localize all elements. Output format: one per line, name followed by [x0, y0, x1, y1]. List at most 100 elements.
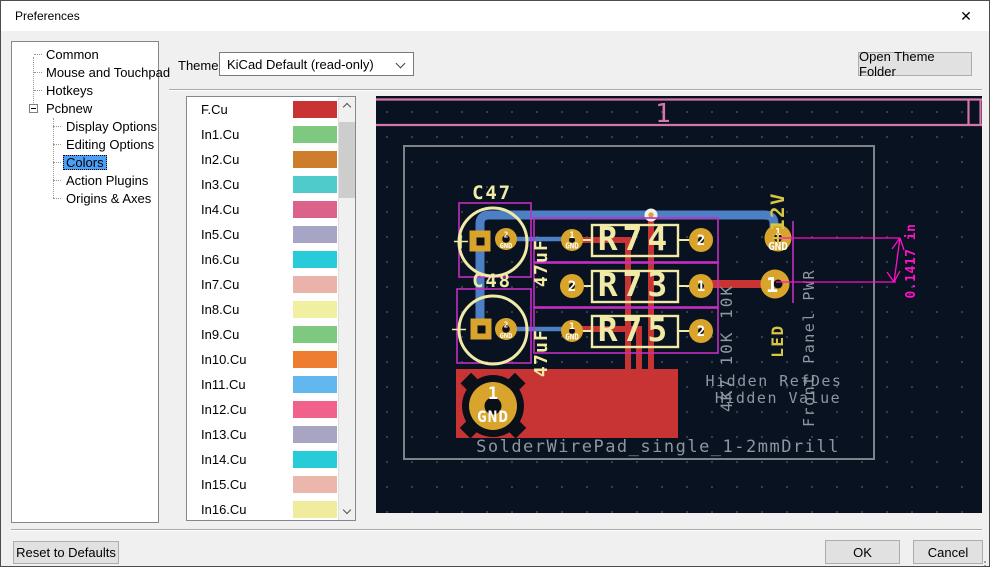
- sidebar-item-common[interactable]: Common: [12, 45, 158, 63]
- collapse-icon[interactable]: [29, 104, 38, 113]
- window-title: Preferences: [15, 9, 80, 23]
- color-swatch[interactable]: [293, 476, 337, 493]
- theme-dropdown-value: KiCad Default (read-only): [227, 56, 374, 72]
- plus12v-label: +12V: [767, 192, 789, 244]
- scrollbar[interactable]: [338, 97, 355, 520]
- svg-text:2: 2: [504, 231, 509, 240]
- sidebar-item-display-options[interactable]: Display Options: [12, 117, 158, 135]
- separator: [11, 529, 982, 531]
- chevron-down-icon: [342, 505, 352, 515]
- pcb-preview-canvas: 1 C47 C48 47uF 47uF R74 R73 R75 2 GND 2 …: [376, 96, 982, 513]
- close-icon[interactable]: ✕: [943, 1, 989, 31]
- svg-text:2: 2: [697, 233, 705, 249]
- svg-text:GND: GND: [565, 333, 579, 342]
- layer-name: In12.Cu: [201, 402, 247, 417]
- layer-name: In16.Cu: [201, 502, 247, 517]
- color-swatch[interactable]: [293, 301, 337, 318]
- layer-name: In4.Cu: [201, 202, 240, 217]
- color-swatch[interactable]: [293, 226, 337, 243]
- cancel-button[interactable]: Cancel: [913, 540, 983, 564]
- sidebar-tree: Common Mouse and Touchpad Hotkeys Pcbnew Dis…: [11, 41, 170, 523]
- svg-text:2: 2: [697, 324, 705, 340]
- layer-color-row[interactable]: In2.Cu: [187, 147, 338, 172]
- layer-color-row[interactable]: In7.Cu: [187, 272, 338, 297]
- layer-color-row[interactable]: In6.Cu: [187, 247, 338, 272]
- pcb-preview-panel: 1 C47 C48 47uF 47uF R74 R73 R75 2 GND 2 …: [376, 96, 982, 513]
- layer-color-row[interactable]: In13.Cu: [187, 422, 338, 447]
- svg-text:1: 1: [488, 384, 498, 404]
- resize-grip[interactable]: [984, 561, 986, 563]
- layer-name: In1.Cu: [201, 127, 240, 142]
- layer-color-row[interactable]: In9.Cu: [187, 322, 338, 347]
- reset-to-defaults-button[interactable]: Reset to Defaults: [13, 541, 119, 564]
- theme-dropdown[interactable]: KiCad Default (read-only): [219, 52, 414, 76]
- layer-color-row[interactable]: In15.Cu: [187, 472, 338, 497]
- dimension-value: 0.1417 in: [904, 224, 919, 299]
- color-swatch[interactable]: [293, 451, 337, 468]
- svg-text:1: 1: [766, 273, 778, 297]
- color-swatch[interactable]: [293, 126, 337, 143]
- sidebar-item-origins-axes[interactable]: Origins & Axes: [12, 189, 158, 207]
- sidebar-item-editing-options[interactable]: Editing Options: [12, 135, 158, 153]
- layer-color-row[interactable]: In16.Cu: [187, 497, 338, 520]
- svg-text:2: 2: [568, 279, 576, 295]
- chevron-up-icon: [342, 102, 352, 112]
- layer-color-row[interactable]: In11.Cu: [187, 372, 338, 397]
- scrollbar-thumb[interactable]: [339, 122, 355, 198]
- sidebar-item-action-plugins[interactable]: Action Plugins: [12, 171, 158, 189]
- hidden-value-label: Hidden Value: [715, 389, 841, 407]
- sidebar-item-hotkeys[interactable]: Hotkeys: [12, 81, 158, 99]
- color-swatch[interactable]: [293, 426, 337, 443]
- color-swatch[interactable]: [293, 176, 337, 193]
- layer-color-row[interactable]: In10.Cu: [187, 347, 338, 372]
- layer-color-row[interactable]: In8.Cu: [187, 297, 338, 322]
- layer-color-row[interactable]: In14.Cu: [187, 447, 338, 472]
- refdes-r74: R74: [598, 219, 673, 258]
- titlebar: Preferences ✕: [1, 1, 989, 31]
- layer-color-row[interactable]: In12.Cu: [187, 397, 338, 422]
- color-swatch[interactable]: [293, 201, 337, 218]
- svg-text:GND: GND: [565, 242, 579, 251]
- color-swatch[interactable]: [293, 101, 337, 118]
- svg-text:1: 1: [569, 231, 574, 241]
- layer-color-row[interactable]: In4.Cu: [187, 197, 338, 222]
- scroll-up-button[interactable]: [339, 97, 355, 114]
- preferences-dialog: Preferences ✕ Common Mouse and Touchpad Ho…: [0, 0, 990, 567]
- scroll-down-button[interactable]: [339, 503, 355, 520]
- value-c48: 47uF: [531, 329, 552, 377]
- chevron-down-icon: [395, 58, 406, 69]
- layer-name: In5.Cu: [201, 227, 240, 242]
- separator: [169, 89, 982, 91]
- svg-text:GND: GND: [500, 242, 513, 250]
- color-swatch[interactable]: [293, 151, 337, 168]
- sidebar-item-label: Pcbnew: [46, 100, 93, 116]
- color-swatch[interactable]: [293, 501, 337, 518]
- layer-name: In11.Cu: [201, 377, 246, 392]
- sidebar-item-label: Display Options: [66, 118, 158, 134]
- layer-color-row[interactable]: In5.Cu: [187, 222, 338, 247]
- layer-color-rows: F.Cu In1.Cu In2.Cu In3.Cu In4.Cu In5.Cu In6.Cu…: [187, 97, 338, 520]
- value-c47: 47uF: [531, 239, 552, 287]
- sidebar-item-mouse-and-touchpad[interactable]: Mouse and Touchpad: [12, 63, 170, 81]
- sidebar-item-pcbnew[interactable]: Pcbnew: [12, 99, 158, 117]
- svg-text:GND: GND: [477, 407, 509, 426]
- color-swatch[interactable]: [293, 276, 337, 293]
- svg-text:1: 1: [569, 322, 574, 332]
- color-swatch[interactable]: [293, 351, 337, 368]
- layer-name: In3.Cu: [201, 177, 240, 192]
- ok-button[interactable]: OK: [825, 540, 900, 564]
- layer-color-row[interactable]: F.Cu: [187, 97, 338, 122]
- layer-color-row[interactable]: In3.Cu: [187, 172, 338, 197]
- led-label: LED: [768, 324, 787, 357]
- layer-name: In9.Cu: [201, 327, 240, 342]
- color-swatch[interactable]: [293, 326, 337, 343]
- color-swatch[interactable]: [293, 376, 337, 393]
- open-theme-folder-button[interactable]: Open Theme Folder: [858, 49, 972, 79]
- layer-name: In14.Cu: [201, 452, 247, 467]
- color-swatch[interactable]: [293, 401, 337, 418]
- sidebar-item-colors[interactable]: Colors: [12, 153, 158, 171]
- layer-color-row[interactable]: In1.Cu: [187, 122, 338, 147]
- sidebar-item-label: Common: [46, 46, 99, 62]
- color-swatch[interactable]: [293, 251, 337, 268]
- hidden-refdes-label: Hidden RefDes: [706, 372, 843, 390]
